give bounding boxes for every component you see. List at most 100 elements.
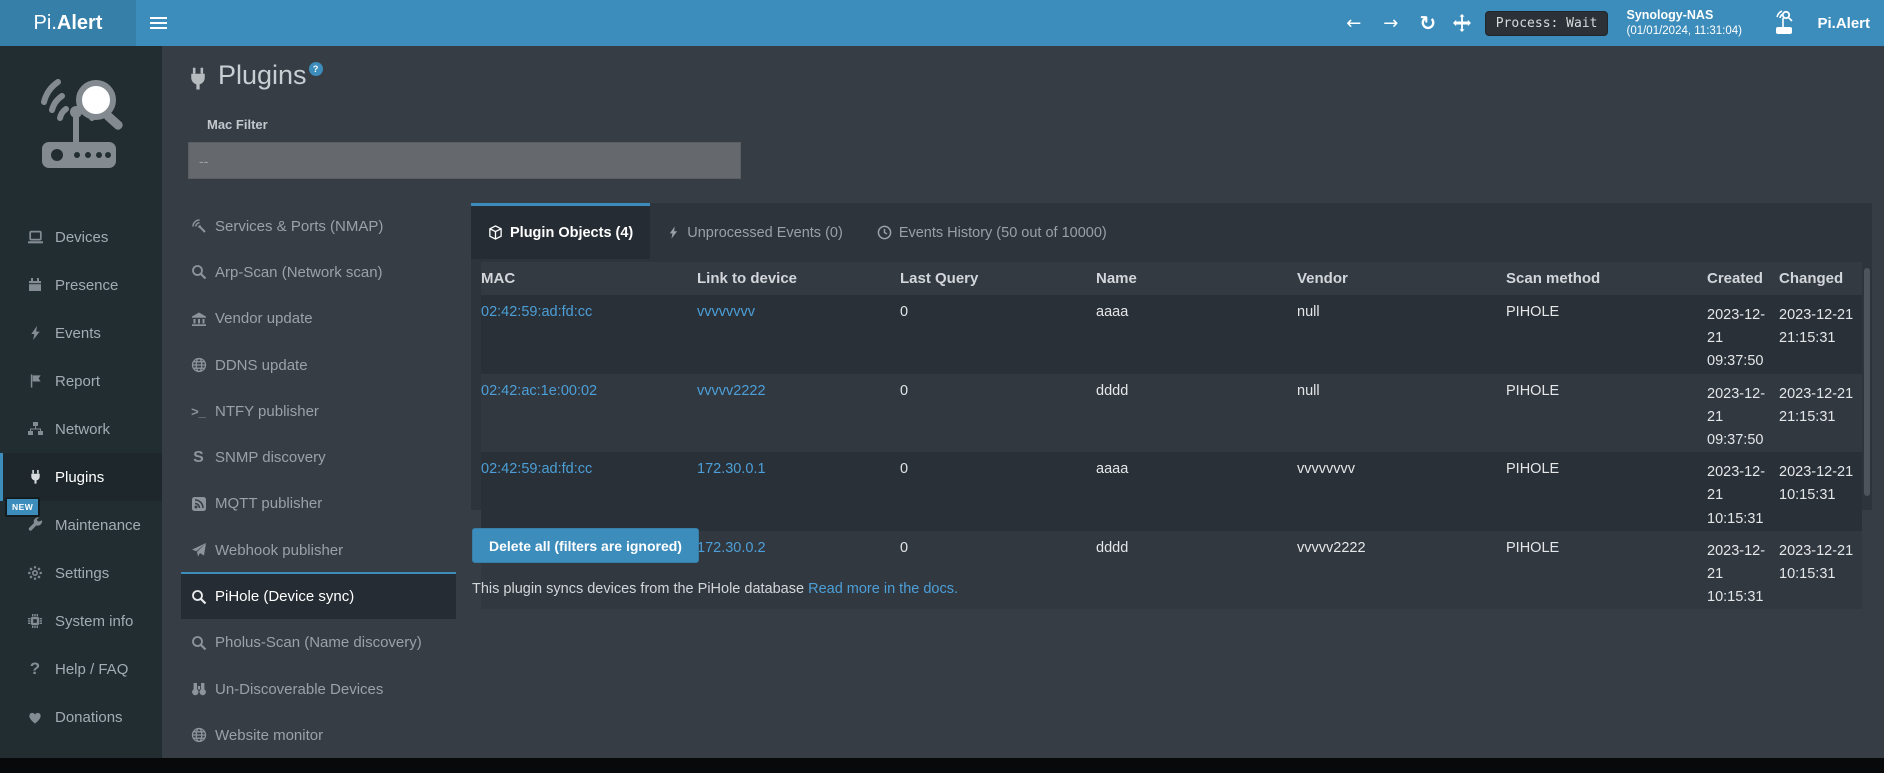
bank-icon (189, 311, 208, 327)
mac-link[interactable]: 02:42:59:ad:fd:cc (481, 304, 592, 320)
sidebar-item-donations[interactable]: Donations (0, 693, 162, 741)
search-icon (189, 589, 208, 605)
plugin-item-label: PiHole (Device sync) (215, 588, 354, 605)
panel-scrollbar[interactable] (1864, 268, 1870, 496)
col-header-mac[interactable]: MAC (481, 262, 697, 295)
scan-method-cell: PIHOLE (1506, 295, 1707, 374)
table-row: 02:42:59:ad:fd:cc vvvvvvvv 0 aaaa null P… (481, 295, 1862, 374)
col-header-vendor[interactable]: Vendor (1297, 262, 1506, 295)
sidebar-item-settings[interactable]: Settings (0, 549, 162, 597)
last-query-cell: 0 (900, 531, 1096, 610)
sidebar-item-devices[interactable]: Devices (0, 213, 162, 261)
sidebar: Devices Presence Events Report Network (0, 46, 162, 758)
sidebar-item-network[interactable]: Network (0, 405, 162, 453)
table-row: 02:42:59:ad:fd:cc 172.30.0.1 0 aaaa vvvv… (481, 452, 1862, 531)
plugin-item-label: Vendor update (215, 310, 313, 327)
col-header-last-query[interactable]: Last Query (900, 262, 1096, 295)
col-header-name[interactable]: Name (1096, 262, 1297, 295)
name-cell: dddd (1096, 374, 1297, 453)
sidebar-item-events[interactable]: Events (0, 309, 162, 357)
binoculars-icon (189, 681, 208, 697)
mac-link[interactable]: 02:42:59:ad:fd:cc (481, 461, 592, 477)
host-info: Synology-NAS (01/01/2024, 11:31:04) (1626, 7, 1754, 38)
device-link[interactable]: 172.30.0.1 (697, 461, 766, 477)
delete-all-button[interactable]: Delete all (filters are ignored) (472, 528, 699, 563)
col-header-link[interactable]: Link to device (697, 262, 900, 295)
plugin-item-mqtt-publisher[interactable]: MQTT publisher (181, 480, 456, 526)
cube-icon (488, 225, 503, 240)
pialert-router-logo (30, 74, 134, 186)
question-icon: ? (25, 659, 45, 679)
flag-icon (25, 373, 45, 389)
last-query-cell: 0 (900, 295, 1096, 374)
plugin-item-un-discoverable-devices[interactable]: Un-Discoverable Devices (181, 665, 456, 711)
sidebar-item-help-faq[interactable]: ? Help / FAQ (0, 645, 162, 693)
scan-method-cell: PIHOLE (1506, 531, 1707, 610)
changed-cell: 2023-12-2110:15:31 (1779, 531, 1862, 610)
vendor-cell: null (1297, 295, 1506, 374)
terminal-icon: >_ (189, 404, 208, 419)
nav-forward-icon[interactable]: → (1379, 13, 1403, 34)
tab-label: Plugin Objects (4) (510, 225, 633, 241)
col-header-scan-method[interactable]: Scan method (1506, 262, 1707, 295)
plugin-item-pholus-scan[interactable]: Pholus-Scan (Name discovery) (181, 619, 456, 665)
move-arrows-icon[interactable] (1453, 14, 1477, 32)
scan-method-cell: PIHOLE (1506, 452, 1707, 531)
sidebar-item-report[interactable]: Report (0, 357, 162, 405)
dish-icon (189, 218, 208, 234)
refresh-icon[interactable]: ↻ (1416, 11, 1440, 35)
nav-back-icon[interactable]: ← (1342, 13, 1366, 34)
plugin-item-label: NTFY publisher (215, 403, 319, 420)
sidebar-item-plugins[interactable]: Plugins (0, 453, 162, 501)
mac-filter-input[interactable] (188, 142, 741, 179)
device-link[interactable]: vvvvv2222 (697, 383, 766, 399)
plugin-item-label: Services & Ports (NMAP) (215, 218, 383, 235)
tab-plugin-objects[interactable]: Plugin Objects (4) (471, 203, 650, 259)
laptop-icon (25, 229, 45, 246)
mac-filter-label: Mac Filter (207, 117, 268, 132)
sidebar-item-system-info[interactable]: System info (0, 597, 162, 645)
table-row: 02:42:ac:1e:00:02 vvvvv2222 0 dddd null … (481, 374, 1862, 453)
plugin-item-vendor-update[interactable]: Vendor update (181, 295, 456, 341)
gear-icon (25, 565, 45, 581)
plugin-item-snmp-discovery[interactable]: S SNMP discovery (181, 433, 456, 479)
sitemap-icon (25, 421, 45, 437)
plugin-nav: Services & Ports (NMAP) Arp-Scan (Networ… (181, 202, 456, 758)
table-header-row: MAC Link to device Last Query Name Vendo… (481, 262, 1862, 295)
sidebar-item-label: Events (55, 325, 101, 342)
clock-icon (877, 225, 892, 240)
plugin-item-ddns-update[interactable]: DDNS update (181, 341, 456, 387)
plugin-item-ntfy-publisher[interactable]: >_ NTFY publisher (181, 387, 456, 433)
device-link[interactable]: 172.30.0.2 (697, 540, 766, 556)
created-cell: 2023-12-2110:15:31 (1707, 452, 1779, 531)
plugin-item-label: Un-Discoverable Devices (215, 681, 383, 698)
plugin-item-website-monitor[interactable]: Website monitor (181, 711, 456, 757)
tab-events-history[interactable]: Events History (50 out of 10000) (860, 203, 1124, 259)
sidebar-menu: Devices Presence Events Report Network (0, 213, 162, 741)
col-header-changed[interactable]: Changed (1779, 262, 1862, 295)
col-header-created[interactable]: Created (1707, 262, 1779, 295)
docs-link[interactable]: Read more in the docs. (808, 581, 958, 597)
plugin-item-label: MQTT publisher (215, 495, 322, 512)
sidebar-item-presence[interactable]: Presence (0, 261, 162, 309)
tab-unprocessed-events[interactable]: Unprocessed Events (0) (650, 203, 860, 259)
help-badge[interactable]: ? (309, 62, 323, 76)
plugin-item-label: Webhook publisher (215, 542, 343, 559)
brand-logo[interactable]: Pi.Alert (0, 0, 136, 46)
rss-icon (189, 496, 208, 512)
sidebar-item-label: Settings (55, 565, 109, 582)
plug-icon (186, 66, 210, 92)
plugin-item-pihole-device-sync[interactable]: PiHole (Device sync) (181, 572, 456, 618)
host-name: Synology-NAS (1626, 7, 1754, 23)
calendar-icon (25, 277, 45, 293)
plugin-item-label: DDNS update (215, 357, 308, 374)
plugin-item-webhook-publisher[interactable]: Webhook publisher (181, 526, 456, 572)
plugin-item-services-ports-nmap[interactable]: Services & Ports (NMAP) (181, 202, 456, 248)
s-icon: S (189, 449, 208, 467)
hamburger-menu-icon[interactable] (150, 0, 184, 46)
page-title-text: Plugins (218, 60, 307, 91)
device-link[interactable]: vvvvvvvv (697, 304, 755, 320)
plugin-description: This plugin syncs devices from the PiHol… (472, 581, 958, 597)
mac-link[interactable]: 02:42:ac:1e:00:02 (481, 383, 597, 399)
plugin-item-arp-scan[interactable]: Arp-Scan (Network scan) (181, 248, 456, 294)
